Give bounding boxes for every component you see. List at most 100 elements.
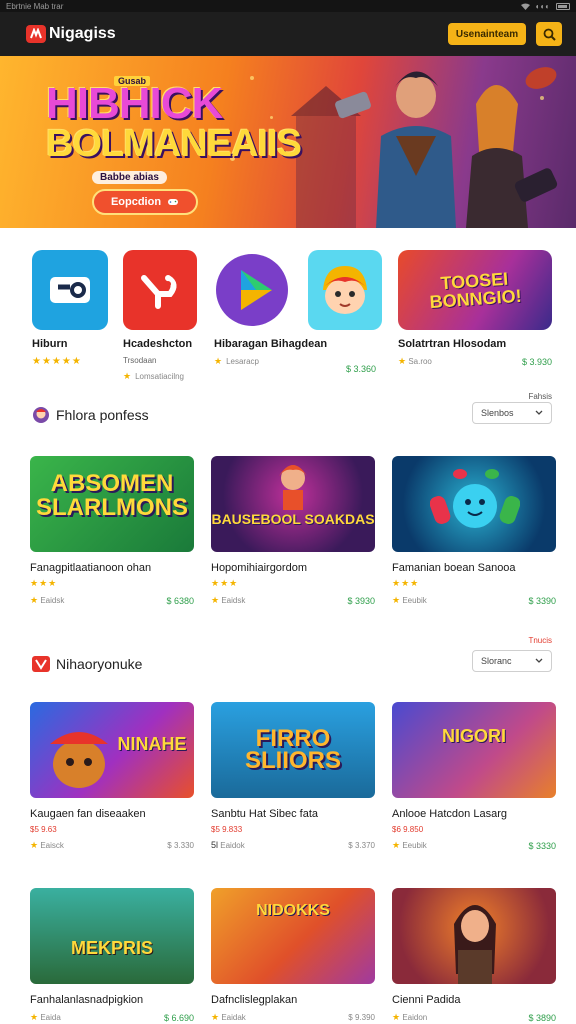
section-header: Fahsis Fhlora ponfess Slenbos bbox=[0, 392, 576, 456]
sort-dropdown[interactable]: Sloranc bbox=[472, 650, 552, 672]
game-price: $ 3.370 bbox=[348, 840, 375, 850]
game-tag: $5 9.833 bbox=[211, 825, 243, 834]
section-title: Nihaoryonuke bbox=[56, 656, 143, 672]
game-title: Famanian boean Sanooa bbox=[392, 562, 516, 574]
game-grid-1: ABSOMEN SLARLMONS Fanagpitlaatianoon oha… bbox=[0, 456, 576, 636]
featured-meta: Sa.roo bbox=[408, 357, 432, 366]
sort-dropdown[interactable]: Slenbos bbox=[472, 402, 552, 424]
game-thumbnail bbox=[392, 888, 556, 984]
star-icon: ★ bbox=[30, 840, 39, 850]
game-meta: Eaidon bbox=[402, 1013, 428, 1022]
hero-title-line2: BOLMANEAIIS bbox=[46, 123, 302, 165]
featured-price: $ 3.360 bbox=[346, 364, 377, 374]
status-bar: Ebrtnie Mab trar ◐◐◐ bbox=[0, 0, 576, 12]
status-icons: ◐◐◐ bbox=[520, 2, 570, 11]
section-link[interactable]: Fahsis bbox=[528, 392, 552, 401]
featured-card[interactable]: Hiburn ★★★★★ bbox=[32, 250, 108, 367]
hero-cta-label: Eopcdion bbox=[110, 196, 162, 208]
app-icon bbox=[308, 250, 382, 330]
featured-card[interactable]: TOOSEI BONNGIO! Solatrtran Hlosodam ★ Sa… bbox=[398, 250, 552, 367]
game-thumbnail bbox=[392, 456, 556, 552]
star-icon: ★ bbox=[123, 371, 132, 381]
game-thumbnail: NIDOKKS bbox=[211, 888, 375, 984]
app-banner: TOOSEI BONNGIO! bbox=[398, 250, 552, 330]
game-title: Sanbtu Hat Sibec fata bbox=[211, 808, 319, 820]
game-meta: Eaidak bbox=[221, 1013, 246, 1022]
game-title: Kaugaen fan diseaaken bbox=[30, 808, 146, 820]
app-logo[interactable]: Nigagiss bbox=[26, 25, 116, 43]
header-primary-button[interactable]: Usenainteam bbox=[448, 23, 526, 45]
thumbnail-art-text: MEKPRIS bbox=[70, 938, 153, 958]
section-header: Tnucis Nihaoryonuke Sloranc bbox=[0, 636, 576, 702]
dropdown-value: Slenbos bbox=[481, 408, 514, 418]
star-icon: ★ bbox=[30, 1012, 39, 1022]
logo-badge-icon bbox=[26, 25, 46, 43]
featured-card[interactable] bbox=[308, 250, 382, 380]
game-card[interactable]: ABSOMEN SLARLMONS Fanagpitlaatianoon oha… bbox=[30, 456, 194, 606]
wifi-icon bbox=[520, 3, 530, 10]
game-card[interactable]: BAUSEBOOL SOAKDAS Hopomihiairgordom ★★★ … bbox=[211, 456, 375, 606]
featured-title: Hcadeshcton bbox=[123, 338, 193, 350]
thumbnail-art-text: BAUSEBOOL SOAKDAS bbox=[211, 511, 375, 527]
game-price: $ 9.390 bbox=[348, 1013, 375, 1022]
game-title: Anlooe Hatcdon Lasarg bbox=[392, 808, 507, 820]
rating-stars: ★★★★★ bbox=[32, 356, 82, 367]
battery-icon bbox=[556, 2, 570, 10]
thumbnail-art-text: NIDOKKS bbox=[256, 902, 330, 919]
game-card[interactable]: Famanian boean Sanooa ★★★ ★ Eeubik $ 3390 bbox=[392, 456, 556, 606]
app-header: Nigagiss Usenainteam bbox=[0, 12, 576, 56]
game-title: Dafnclislegplakan bbox=[211, 994, 298, 1006]
hero-cta-button[interactable]: Eopcdion bbox=[92, 189, 198, 215]
game-price: $ 6380 bbox=[166, 595, 194, 606]
game-grid-2: NINAHE Kaugaen fan diseaaken $5 9.63 ★ E… bbox=[0, 702, 576, 888]
star-icon: ★ bbox=[214, 356, 223, 366]
star-icon: ★ bbox=[211, 595, 220, 605]
game-thumbnail: NIGORI bbox=[392, 702, 556, 798]
game-title: Fanagpitlaatianoon ohan bbox=[30, 562, 152, 574]
section-title: Fhlora ponfess bbox=[56, 407, 149, 423]
game-card[interactable]: NIGORI Anlooe Hatcdon Lasarg $6 9.850 ★ … bbox=[392, 702, 556, 851]
thumbnail-art-text: FIRRO SLIIORS bbox=[244, 725, 341, 774]
section-link[interactable]: Tnucis bbox=[528, 636, 552, 645]
hero-characters-illustration bbox=[291, 67, 558, 228]
hero-title: HIBHICK BOLMANEAIIS bbox=[46, 82, 302, 165]
game-title: Cienni Padida bbox=[392, 994, 461, 1006]
game-card[interactable]: MEKPRIS Fanhalanlasnadpigkion ★ Eaida $ 6… bbox=[30, 888, 194, 1023]
featured-meta: Lesaracp bbox=[226, 357, 259, 366]
app-icon bbox=[123, 250, 197, 330]
game-meta: Eeubik bbox=[402, 841, 427, 850]
app-icon bbox=[32, 250, 108, 330]
game-meta: Eaida bbox=[40, 1013, 61, 1022]
featured-card[interactable]: Hcadeshcton Trsodaan ★ Lomsatiacilng bbox=[123, 250, 197, 382]
game-thumbnail: FIRRO SLIIORS bbox=[211, 702, 375, 798]
game-card[interactable]: FIRRO SLIIORS Sanbtu Hat Sibec fata $5 9… bbox=[211, 702, 375, 850]
game-thumbnail: MEKPRIS bbox=[30, 888, 194, 984]
star-icon: ★ bbox=[392, 1012, 401, 1022]
star-icon: ★ bbox=[392, 840, 401, 850]
game-tag: $5 9.63 bbox=[30, 825, 57, 834]
rating-stars: ★★★ bbox=[30, 578, 58, 588]
search-button[interactable] bbox=[536, 22, 562, 46]
game-tag: $6 9.850 bbox=[392, 825, 424, 834]
hero-banner[interactable]: Gusab HIBHICK BOLMANEAIIS Babbe abias Eo… bbox=[0, 56, 576, 228]
game-title: Hopomihiairgordom bbox=[211, 562, 307, 574]
game-card[interactable]: NINAHE Kaugaen fan diseaaken $5 9.63 ★ E… bbox=[30, 702, 194, 851]
game-card[interactable]: NIDOKKS Dafnclislegplakan ★ Eaidak $ 9.39… bbox=[211, 888, 375, 1023]
banner-text: TOOSEI BONNGIO! bbox=[429, 268, 523, 313]
game-grid-3: MEKPRIS Fanhalanlasnadpigkion ★ Eaida $ 6… bbox=[0, 888, 576, 1024]
game-meta: Eaidok bbox=[220, 841, 245, 850]
character-icon bbox=[33, 407, 49, 423]
rating-stars: ★★★ bbox=[392, 578, 420, 588]
hero-title-line1: HIBHICK bbox=[46, 79, 223, 128]
game-price: $ 3390 bbox=[528, 595, 556, 606]
game-price: $ 3930 bbox=[347, 595, 375, 606]
game-meta: Eaidsk bbox=[221, 596, 246, 605]
star-icon: ★ bbox=[211, 1012, 220, 1022]
game-price: $ 6.690 bbox=[163, 1012, 194, 1023]
dropdown-value: Sloranc bbox=[481, 656, 512, 666]
game-card[interactable]: Cienni Padida ★ Eaidon $ 3890 bbox=[392, 888, 556, 1023]
game-title: Fanhalanlasnadpigkion bbox=[30, 994, 144, 1006]
game-price: $ 3890 bbox=[528, 1012, 556, 1023]
thumbnail-art-text: NINAHE bbox=[117, 734, 187, 754]
game-price: $ 3.330 bbox=[167, 841, 194, 850]
